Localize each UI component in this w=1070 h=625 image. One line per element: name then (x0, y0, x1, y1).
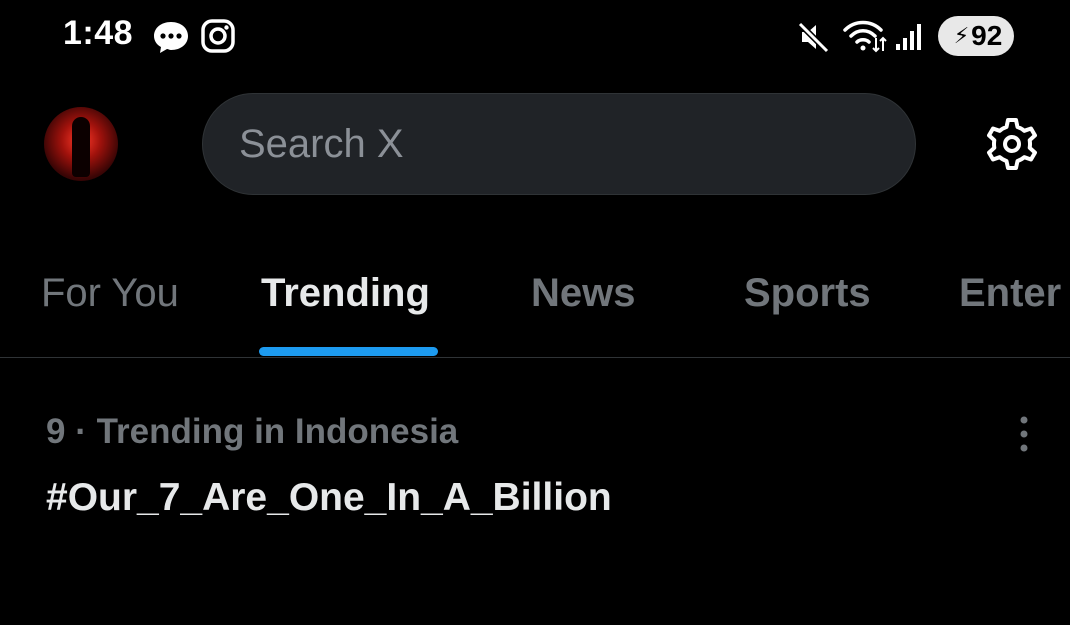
battery-level: 92 (971, 20, 1003, 51)
more-options-icon[interactable] (1012, 414, 1036, 454)
status-bar: 1:48 ⚡ 92 (0, 0, 1070, 72)
explore-screen: 1:48 ⚡ 92 Search X For You Trending News… (0, 0, 1070, 625)
tab-trending[interactable]: Trending (261, 271, 430, 316)
tab-news[interactable]: News (531, 271, 636, 316)
mute-icon (797, 21, 830, 54)
tab-entertainment[interactable]: Enter (959, 271, 1061, 316)
signal-icon (896, 24, 921, 50)
message-icon (154, 22, 188, 53)
tab-sports[interactable]: Sports (744, 271, 871, 316)
search-bar[interactable] (202, 93, 916, 195)
trend-meta: 9 · Trending in Indonesia (46, 412, 459, 451)
instagram-icon (201, 19, 235, 53)
wifi-icon (843, 20, 887, 53)
tabs-divider (0, 357, 1070, 358)
battery-icon: ⚡ 92 (938, 16, 1014, 56)
avatar-figure (72, 117, 90, 177)
tab-for-you[interactable]: For You (41, 271, 179, 316)
trend-title[interactable]: #Our_7_Are_One_In_A_Billion (46, 476, 612, 520)
charging-bolt-icon: ⚡ (953, 23, 970, 48)
search-input[interactable] (237, 120, 841, 168)
active-tab-indicator (259, 347, 438, 356)
profile-avatar[interactable] (44, 107, 118, 181)
status-time: 1:48 (63, 14, 134, 52)
settings-gear-icon[interactable] (982, 114, 1042, 174)
explore-tabs: For You Trending News Sports Enter (0, 255, 1070, 357)
